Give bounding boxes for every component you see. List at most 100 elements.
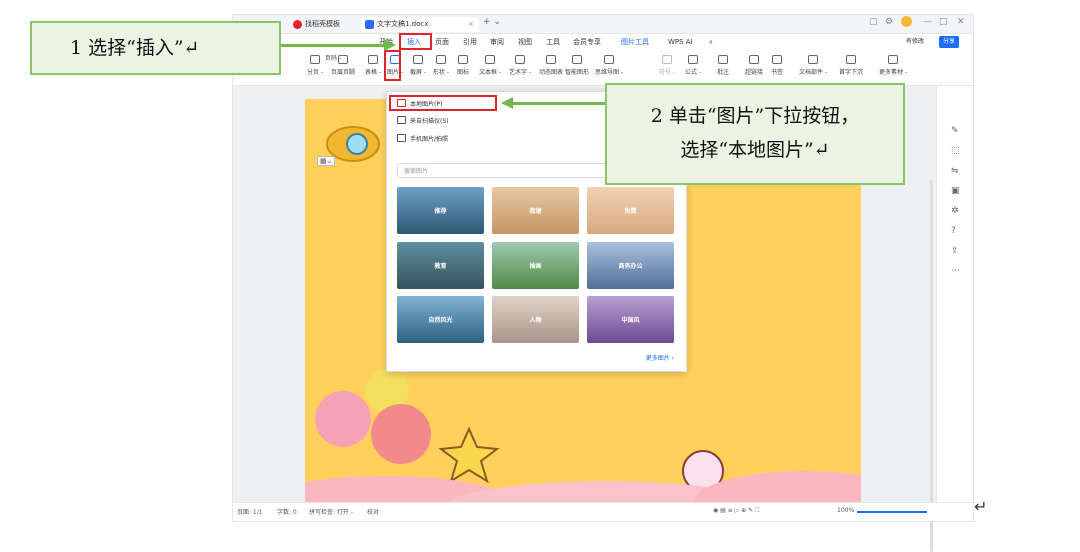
phone-picture-icon xyxy=(397,134,406,142)
textbox-icon xyxy=(485,55,496,64)
menu-tools[interactable]: 工具 xyxy=(546,36,560,48)
menu-item-phone-picture[interactable]: 手机图片/拍照 xyxy=(397,134,448,143)
category-tile[interactable]: 推荐 xyxy=(397,187,484,234)
table-button[interactable]: 表格 - xyxy=(365,55,381,76)
settings-icon[interactable]: ⚙ xyxy=(885,17,893,27)
highlight-local-picture xyxy=(389,95,497,111)
category-tile[interactable]: 人物 xyxy=(492,296,579,343)
page-indicator[interactable]: 页面: 1/1 xyxy=(237,507,263,516)
close-button[interactable]: ✕ xyxy=(957,17,965,27)
chart-icon xyxy=(546,55,556,64)
callout-step-2-line-1: 2 单击“图片”下拉按钮， xyxy=(650,105,860,127)
category-tile[interactable]: 自然风光 xyxy=(397,296,484,343)
zoom-level[interactable]: 100% xyxy=(837,507,854,514)
menu-wps-ai[interactable]: WPS AI xyxy=(668,36,693,48)
screenshot-button[interactable]: 截屏 - xyxy=(410,55,426,76)
magic-icon[interactable]: ✲ xyxy=(951,206,959,216)
dynamic-chart-button[interactable]: 动态图表 xyxy=(539,55,563,76)
maximize-button[interactable]: □ xyxy=(939,17,948,27)
drop-cap-button[interactable]: 首字下沉 xyxy=(839,55,863,76)
share-icon[interactable]: ⇪ xyxy=(951,246,959,256)
arrow-right-icon xyxy=(384,39,396,51)
mindmap-button[interactable]: 思维导图 - xyxy=(595,55,623,76)
menu-bar: 开始 插入 页面 引用 审阅 视图 工具 会员专享 图片工具 WPS AI ⌕ … xyxy=(233,34,973,50)
share-button[interactable]: 分享 xyxy=(939,36,960,48)
more-icon[interactable]: ⋯ xyxy=(951,266,960,276)
materials-icon xyxy=(888,55,899,64)
close-tab-icon[interactable]: × xyxy=(468,17,474,32)
minimize-button[interactable]: — xyxy=(923,17,932,27)
menu-view[interactable]: 视图 xyxy=(518,36,532,48)
shape-button[interactable]: 形状 - xyxy=(433,55,449,76)
insert-ribbon: 分页 - 页码 - 页眉页脚 表格 - 图片 - 截屏 - 形状 - 图标 文本… xyxy=(233,51,973,86)
new-tab-button[interactable]: + ⌄ xyxy=(483,17,501,27)
wordart-icon xyxy=(515,55,526,64)
vertical-scrollbar[interactable] xyxy=(930,180,933,552)
title-bar: 找稻壳模板 文字文稿1.docx × + ⌄ ▢ ⚙ — □ ✕ xyxy=(233,15,973,34)
zoom-slider[interactable] xyxy=(857,511,927,513)
select-icon[interactable]: ⬚ xyxy=(951,146,960,156)
category-tile[interactable]: 商务办公 xyxy=(587,242,674,289)
doc-parts-button[interactable]: 文档部件 - xyxy=(799,55,827,76)
bookmark-icon xyxy=(772,55,782,64)
comment-button[interactable]: 批注 xyxy=(717,55,729,76)
search-icon[interactable]: ⌕ xyxy=(709,36,713,48)
avatar[interactable] xyxy=(901,16,912,27)
modified-status[interactable]: 有修改 xyxy=(906,36,924,48)
drop-cap-icon xyxy=(846,55,856,64)
smart-graphic-button[interactable]: 智能图形 xyxy=(565,55,589,76)
callout-step-2: 2 单击“图片”下拉按钮， 选择“本地图片”↵ xyxy=(605,83,905,185)
menu-page[interactable]: 页面 xyxy=(435,36,449,48)
word-count[interactable]: 字数: 0 xyxy=(277,507,297,516)
menu-reference[interactable]: 引用 xyxy=(463,36,477,48)
icon-library-button[interactable]: 图标 xyxy=(457,55,469,76)
menu-item-scanner[interactable]: 来自扫描仪(S) xyxy=(397,116,449,125)
callout-arrow-2 xyxy=(512,102,605,105)
view-mode-icons[interactable]: ◉ ▤ ≡ ▷ ⊕ ✎ ⛶ xyxy=(713,507,759,515)
menu-review[interactable]: 审阅 xyxy=(490,36,504,48)
bookmark-button[interactable]: 书签 xyxy=(771,55,783,76)
proofread-button[interactable]: 校对 xyxy=(367,507,379,516)
tab-document[interactable]: 文字文稿1.docx × xyxy=(361,17,479,32)
callout-arrow-1 xyxy=(281,44,385,47)
highlight-picture-button xyxy=(384,50,401,81)
smart-graphic-icon xyxy=(572,55,582,64)
formula-button[interactable]: 公式 - xyxy=(685,55,701,76)
format-icon[interactable]: ⇋ xyxy=(951,166,959,176)
header-footer-icon xyxy=(338,55,348,64)
hyperlink-button[interactable]: 超链接 xyxy=(745,55,763,76)
page-number-button[interactable]: 分页 - xyxy=(307,55,323,76)
category-tile[interactable]: 荷塘 xyxy=(492,187,579,234)
pen-icon[interactable]: ✎ xyxy=(951,126,959,136)
comment-icon xyxy=(718,55,728,64)
menu-member[interactable]: 会员专享 xyxy=(573,36,601,48)
scanner-icon xyxy=(397,116,406,124)
more-pictures-link[interactable]: 更多图片 › xyxy=(646,353,674,362)
status-bar: 页面: 1/1 字数: 0 拼写检查: 打开 - 校对 ◉ ▤ ≡ ▷ ⊕ ✎ … xyxy=(233,502,973,521)
category-tile[interactable]: 教育 xyxy=(397,242,484,289)
help-icon[interactable]: ? xyxy=(951,226,956,236)
spell-check-toggle[interactable]: 拼写检查: 打开 - xyxy=(309,507,353,516)
icon-library-icon xyxy=(458,55,468,64)
layout-icon[interactable]: ▢ xyxy=(869,17,878,27)
wordart-button[interactable]: 艺术字 - xyxy=(509,55,531,76)
category-tile[interactable]: 中国风 xyxy=(587,296,674,343)
symbol-icon xyxy=(662,55,673,64)
menu-picture-tools[interactable]: 图片工具 xyxy=(621,36,649,48)
header-footer-button[interactable]: 页眉页脚 xyxy=(331,55,355,76)
more-materials-button[interactable]: 更多素材 - xyxy=(879,55,907,76)
page-number-icon xyxy=(310,55,321,64)
image-tools-icon[interactable]: ▣ xyxy=(951,186,960,196)
screenshot-icon xyxy=(413,55,424,64)
table-icon xyxy=(368,55,379,64)
category-tile[interactable]: 免费 xyxy=(587,187,674,234)
callout-step-2-line-2: 选择“本地图片”↵ xyxy=(680,139,830,161)
tab-label: 文字文稿1.docx xyxy=(377,20,429,28)
category-tile[interactable]: 插画 xyxy=(492,242,579,289)
formula-icon xyxy=(688,55,699,64)
textbox-button[interactable]: 文本框 - xyxy=(479,55,501,76)
layout-options-icon[interactable]: ▦⌄ xyxy=(317,156,336,166)
symbol-button[interactable]: 符号 - xyxy=(659,55,675,76)
tab-template[interactable]: 找稻壳模板 xyxy=(289,17,359,32)
mindmap-icon xyxy=(604,55,615,64)
